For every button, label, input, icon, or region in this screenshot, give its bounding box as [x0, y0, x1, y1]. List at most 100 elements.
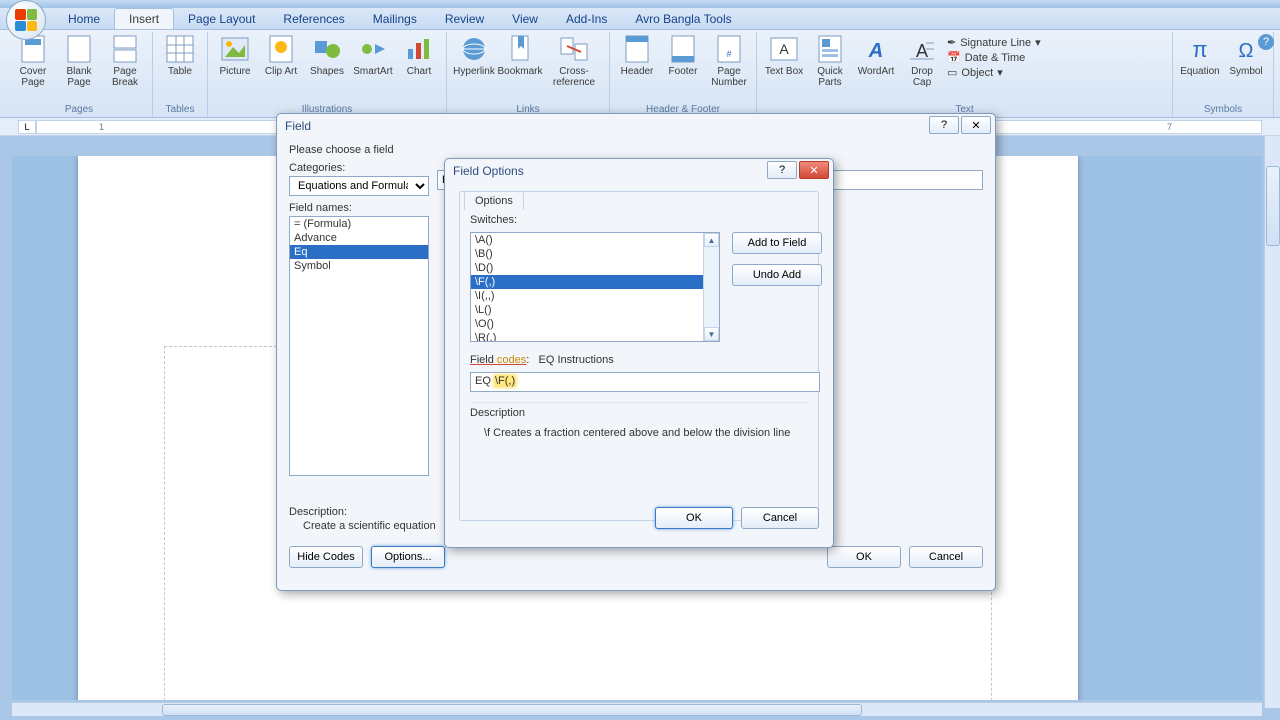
object-button[interactable]: ▭Object ▾	[947, 66, 1041, 79]
help-icon[interactable]: ?	[1258, 34, 1274, 50]
header-button[interactable]: Header	[616, 34, 658, 77]
categories-dropdown[interactable]: Equations and Formulas	[289, 176, 429, 196]
list-item[interactable]: \B()	[471, 247, 719, 261]
footer-label: Footer	[669, 66, 698, 77]
fc-highlight: \F(,)	[494, 375, 516, 387]
group-tables: Tables	[159, 103, 201, 116]
quick-access-toolbar	[0, 0, 1280, 8]
switches-list[interactable]: \A()\B()\D()\F(,)\I(,,)\L()\O()\R(,) ▲ ▼	[470, 232, 720, 342]
cover-page-label: Cover Page	[12, 66, 54, 88]
list-item[interactable]: \L()	[471, 303, 719, 317]
vertical-scrollbar[interactable]	[1264, 136, 1280, 708]
fc-label: Field codes:	[470, 354, 529, 366]
blank-page-button[interactable]: Blank Page	[58, 34, 100, 88]
scroll-up-icon[interactable]: ▲	[704, 233, 719, 247]
tab-page-layout[interactable]: Page Layout	[174, 9, 269, 29]
list-item[interactable]: Symbol	[290, 259, 428, 273]
chart-label: Chart	[407, 66, 431, 77]
fieldcodes-edit[interactable]: EQ \F(,)	[470, 372, 820, 392]
equation-button[interactable]: π Equation	[1179, 34, 1221, 77]
ok-button[interactable]: OK	[655, 507, 733, 529]
page-break-button[interactable]: Page Break	[104, 34, 146, 88]
smartart-button[interactable]: SmartArt	[352, 34, 394, 77]
quickparts-label: Quick Parts	[809, 66, 851, 88]
symbol-label: Symbol	[1229, 66, 1262, 77]
list-item[interactable]: = (Formula)	[290, 217, 428, 231]
list-item[interactable]: \F(,)	[471, 275, 719, 289]
list-scrollbar[interactable]: ▲ ▼	[703, 233, 719, 341]
scroll-down-icon[interactable]: ▼	[704, 327, 719, 341]
dialog-close-icon[interactable]: ✕	[799, 161, 829, 179]
list-item[interactable]: \R(,)	[471, 331, 719, 342]
dropcap-button[interactable]: ADrop Cap	[901, 34, 943, 88]
footer-button[interactable]: Footer	[662, 34, 704, 77]
signature-button[interactable]: ✒Signature Line ▾	[947, 36, 1041, 49]
field-options-dialog: Field Options ? ✕ Options Switches: \A()…	[444, 158, 834, 548]
table-label: Table	[168, 66, 192, 77]
tab-home[interactable]: Home	[54, 9, 114, 29]
office-button[interactable]	[6, 0, 46, 40]
picture-label: Picture	[219, 66, 250, 77]
smartart-label: SmartArt	[353, 66, 392, 77]
clipart-button[interactable]: Clip Art	[260, 34, 302, 77]
tab-avro[interactable]: Avro Bangla Tools	[621, 9, 745, 29]
header-label: Header	[621, 66, 654, 77]
datetime-button[interactable]: 📅Date & Time	[947, 51, 1041, 64]
dialog-help-icon[interactable]: ?	[929, 116, 959, 134]
hide-codes-button[interactable]: Hide Codes	[289, 546, 363, 568]
switches-label: Switches:	[470, 214, 517, 226]
tab-insert[interactable]: Insert	[114, 8, 174, 29]
list-item[interactable]: Eq	[290, 245, 428, 259]
tab-review[interactable]: Review	[431, 9, 498, 29]
list-item[interactable]: \O()	[471, 317, 719, 331]
tab-references[interactable]: References	[269, 9, 358, 29]
list-item[interactable]: Advance	[290, 231, 428, 245]
picture-button[interactable]: Picture	[214, 34, 256, 77]
crossref-button[interactable]: Cross-reference	[545, 34, 603, 88]
scrollbar-thumb[interactable]	[1266, 166, 1280, 246]
chart-button[interactable]: Chart	[398, 34, 440, 77]
description-label: Description:	[289, 506, 436, 518]
svg-text:Ω: Ω	[1239, 40, 1254, 62]
wordart-button[interactable]: AWordArt	[855, 34, 897, 77]
page-break-label: Page Break	[104, 66, 146, 88]
dialog-help-icon[interactable]: ?	[767, 161, 797, 179]
signature-icon: ✒	[947, 36, 956, 49]
tab-view[interactable]: View	[498, 9, 552, 29]
tab-selector[interactable]: L	[18, 120, 36, 134]
list-item[interactable]: \I(,,)	[471, 289, 719, 303]
svg-text:#: #	[726, 49, 731, 59]
dialog-close-icon[interactable]: ✕	[961, 116, 991, 134]
options-button[interactable]: Options...	[371, 546, 445, 568]
scrollbar-thumb[interactable]	[162, 704, 862, 716]
cover-page-button[interactable]: Cover Page	[12, 34, 54, 88]
wordart-label: WordArt	[858, 66, 895, 77]
add-to-field-button[interactable]: Add to Field	[732, 232, 822, 254]
quickparts-button[interactable]: Quick Parts	[809, 34, 851, 88]
cancel-button[interactable]: Cancel	[909, 546, 983, 568]
tab-mailings[interactable]: Mailings	[359, 9, 431, 29]
cancel-button[interactable]: Cancel	[741, 507, 819, 529]
group-symbols: Symbols	[1179, 103, 1267, 116]
horizontal-scrollbar[interactable]	[12, 702, 1262, 716]
pagenumber-label: Page Number	[708, 66, 750, 88]
pagenumber-button[interactable]: # Page Number	[708, 34, 750, 88]
undo-add-button[interactable]: Undo Add	[732, 264, 822, 286]
tab-addins[interactable]: Add-Ins	[552, 9, 621, 29]
table-button[interactable]: Table	[159, 34, 201, 77]
svg-text:π: π	[1192, 37, 1207, 62]
svg-text:A: A	[916, 41, 928, 61]
ribbon-tabs: Home Insert Page Layout References Maili…	[0, 8, 1280, 30]
list-item[interactable]: \A()	[471, 233, 719, 247]
svg-text:A: A	[779, 41, 789, 57]
hyperlink-button[interactable]: Hyperlink	[453, 34, 495, 77]
dialog-title: Field	[277, 114, 995, 138]
list-item[interactable]: \D()	[471, 261, 719, 275]
equation-label: Equation	[1180, 66, 1219, 77]
ok-button[interactable]: OK	[827, 546, 901, 568]
fieldnames-list[interactable]: = (Formula)AdvanceEqSymbol	[289, 216, 429, 476]
textbox-button[interactable]: AText Box	[763, 34, 805, 77]
options-tab[interactable]: Options	[464, 191, 524, 210]
shapes-button[interactable]: Shapes	[306, 34, 348, 77]
bookmark-button[interactable]: Bookmark	[499, 34, 541, 77]
